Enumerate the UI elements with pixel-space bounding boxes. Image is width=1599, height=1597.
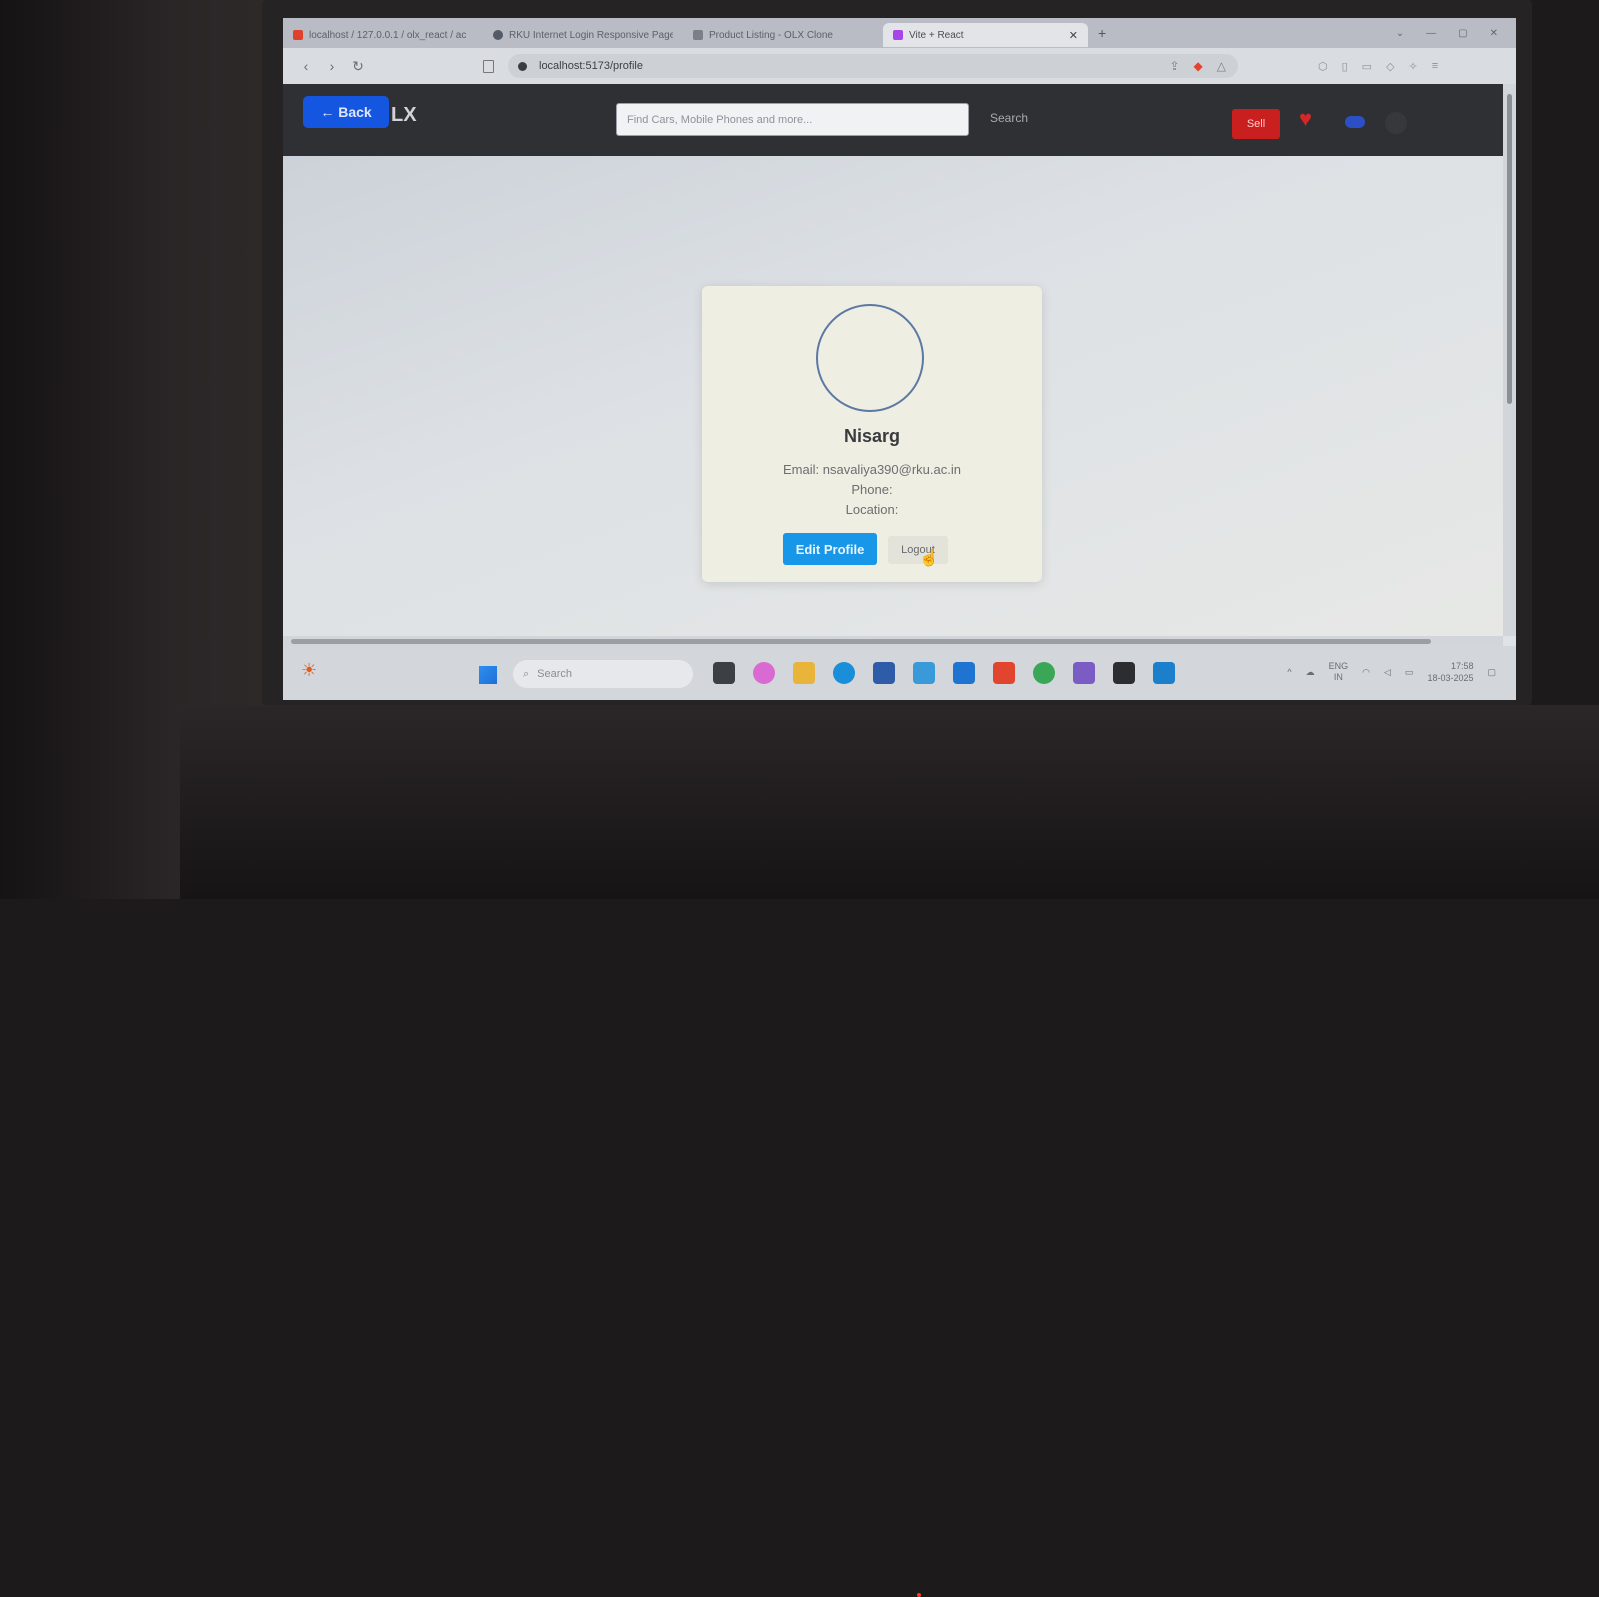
tab-product-listing[interactable]: Product Listing - OLX Clone <box>683 23 883 47</box>
close-icon[interactable]: ✕ <box>1069 29 1078 42</box>
heart-icon[interactable]: ♥ <box>1299 106 1312 132</box>
url-text: localhost:5173/profile <box>539 60 643 72</box>
forward-arrow-icon[interactable]: › <box>321 58 343 74</box>
edit-profile-button[interactable]: Edit Profile <box>783 533 877 565</box>
horizontal-scrollbar[interactable] <box>283 636 1503 646</box>
phpmyadmin-icon <box>293 30 303 40</box>
vscode-icon[interactable] <box>1153 662 1175 684</box>
back-button[interactable]: ← Back <box>303 96 389 128</box>
profile-phone: Phone: <box>851 482 893 497</box>
sidebar-icon[interactable]: ▯ <box>1342 60 1348 73</box>
region-label: IN <box>1333 672 1343 682</box>
avatar[interactable] <box>1385 112 1407 134</box>
chat-icon[interactable] <box>1345 116 1365 128</box>
laptop-screen: localhost / 127.0.0.1 / olx_react / ac R… <box>283 18 1516 700</box>
web-page: ← Back LX Search Sell ♥ Nisarg Email: ns… <box>283 84 1503 636</box>
tab-phpmyadmin[interactable]: localhost / 127.0.0.1 / olx_react / ac <box>283 23 483 47</box>
copilot-icon[interactable] <box>753 662 775 684</box>
chevron-down-icon[interactable]: ⌄ <box>1396 28 1404 39</box>
maximize-icon[interactable]: ▢ <box>1458 28 1467 39</box>
profile-location: Location: <box>845 502 899 517</box>
page-icon <box>693 30 703 40</box>
extensions-icon[interactable]: ⬡ <box>1318 60 1328 73</box>
rewards-icon[interactable]: △ <box>1217 59 1226 73</box>
leo-icon[interactable]: ✧ <box>1409 60 1418 73</box>
windows-taskbar: ☀ ⌕ Search ^ ☁ ENG IN ◠ ◁ ▭ 17:58 18-03-… <box>283 646 1516 700</box>
terminal-icon[interactable] <box>1113 662 1135 684</box>
wallet-icon[interactable]: ▭ <box>1362 60 1372 73</box>
tab-title: Vite + React <box>909 29 964 41</box>
new-tab-button[interactable]: + <box>1098 25 1106 41</box>
taskbar-apps <box>713 662 1175 684</box>
site-header: ← Back LX Search Sell ♥ <box>283 84 1503 156</box>
lang-label: ENG <box>1328 661 1349 671</box>
reload-icon[interactable]: ↻ <box>347 58 369 75</box>
language-indicator[interactable]: ENG IN <box>1329 661 1349 683</box>
system-tray: ^ ☁ ENG IN ◠ ◁ ▭ 17:58 18-03-2025 ▢ <box>1287 660 1496 684</box>
sell-button[interactable]: Sell <box>1232 109 1280 139</box>
address-bar[interactable]: localhost:5173/profile ⇪ ◆ △ <box>508 54 1238 78</box>
battery-icon[interactable]: ▭ <box>1405 667 1414 678</box>
bookmark-icon[interactable] <box>483 59 494 73</box>
logout-button[interactable]: Logout <box>888 536 948 564</box>
power-led <box>917 1593 921 1597</box>
site-info-icon[interactable] <box>518 61 527 71</box>
notification-icon[interactable]: ▢ <box>1487 667 1496 678</box>
extension-icons: ⬡ ▯ ▭ ◇ ✧ ≡ <box>1318 60 1438 73</box>
clock-date: 18-03-2025 <box>1427 673 1474 683</box>
file-explorer-icon[interactable] <box>793 662 815 684</box>
search-icon: ⌕ <box>523 667 530 680</box>
site-logo[interactable]: LX <box>391 104 417 127</box>
browser-tab-strip: localhost / 127.0.0.1 / olx_react / ac R… <box>283 18 1516 48</box>
share-icon[interactable]: ⇪ <box>1169 59 1179 73</box>
vpn-icon[interactable]: ◇ <box>1386 60 1394 73</box>
shield-icon[interactable]: ◆ <box>1194 59 1203 73</box>
scrollbar-thumb[interactable] <box>291 639 1431 644</box>
profile-email: Email: nsavaliya390@rku.ac.in <box>783 462 961 477</box>
volume-icon[interactable]: ◁ <box>1384 667 1391 678</box>
scrollbar-thumb[interactable] <box>1507 94 1512 404</box>
profile-avatar <box>816 304 924 412</box>
windows-start-icon[interactable] <box>479 666 497 684</box>
close-window-icon[interactable]: ✕ <box>1490 28 1498 39</box>
clock[interactable]: 17:58 18-03-2025 <box>1427 660 1473 684</box>
taskbar-search[interactable]: ⌕ Search <box>513 660 693 688</box>
tab-title: Product Listing - OLX Clone <box>709 29 833 41</box>
minimize-icon[interactable]: — <box>1426 28 1436 39</box>
url-actions: ⇪ ◆ △ <box>1169 59 1238 73</box>
store-icon[interactable] <box>873 662 895 684</box>
search-button[interactable]: Search <box>984 110 1034 126</box>
task-view-icon[interactable] <box>713 662 735 684</box>
hand-cursor-icon: ☝ <box>919 550 939 567</box>
weather-icon[interactable]: ☀ <box>301 660 317 681</box>
tab-rku-login[interactable]: RKU Internet Login Responsive Page <box>483 23 683 47</box>
tab-vite-react[interactable]: Vite + React ✕ <box>883 23 1088 47</box>
brave-icon[interactable] <box>993 662 1015 684</box>
profile-card: Nisarg Email: nsavaliya390@rku.ac.in Pho… <box>702 286 1042 582</box>
vite-icon <box>893 30 903 40</box>
cloud-icon[interactable]: ☁ <box>1306 667 1315 678</box>
tab-title: localhost / 127.0.0.1 / olx_react / ac <box>309 29 467 41</box>
wifi-icon[interactable]: ◠ <box>1362 667 1370 678</box>
taskbar-search-placeholder: Search <box>537 668 573 680</box>
search-input[interactable] <box>616 103 969 136</box>
tab-title: RKU Internet Login Responsive Page <box>509 29 673 41</box>
edge-icon[interactable] <box>833 662 855 684</box>
vertical-scrollbar[interactable] <box>1503 84 1516 636</box>
clock-time: 17:58 <box>1450 661 1474 671</box>
profile-name: Nisarg <box>843 426 901 446</box>
window-controls: ⌄ — ▢ ✕ <box>1396 28 1516 39</box>
back-arrow-icon[interactable]: ‹ <box>295 58 317 74</box>
app-icon[interactable] <box>913 662 935 684</box>
chevron-up-icon[interactable]: ^ <box>1287 667 1291 677</box>
app-icon[interactable] <box>953 662 975 684</box>
laptop-keyboard-deck <box>180 705 1599 1597</box>
menu-icon[interactable]: ≡ <box>1432 60 1438 73</box>
chrome-icon[interactable] <box>1033 662 1055 684</box>
browser-toolbar: ‹ › ↻ localhost:5173/profile ⇪ ◆ △ ⬡ ▯ ▭… <box>283 48 1516 84</box>
globe-icon <box>493 30 503 40</box>
visual-studio-icon[interactable] <box>1073 662 1095 684</box>
